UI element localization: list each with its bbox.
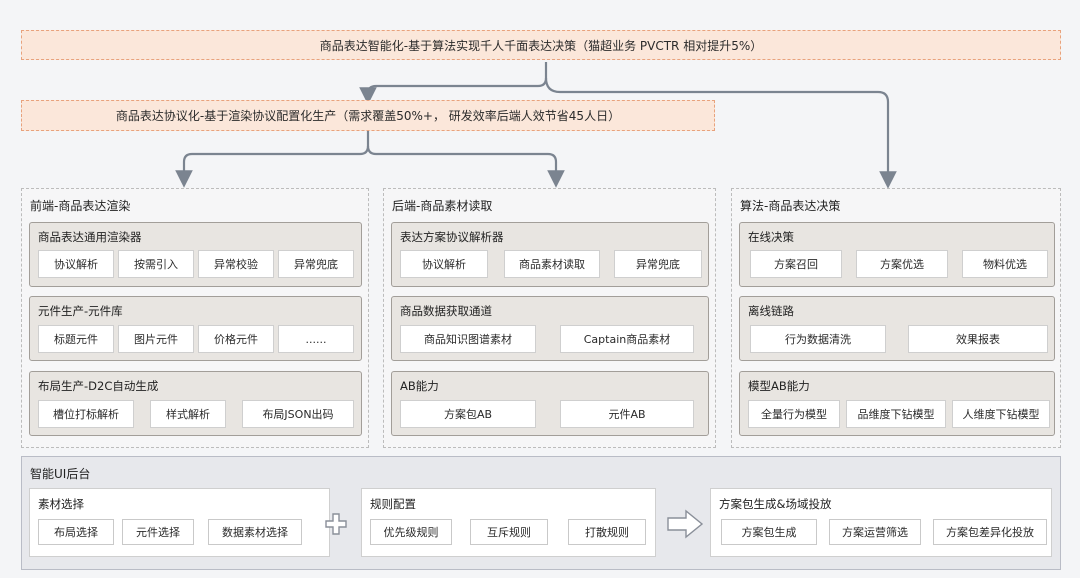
group-model-ab: 模型AB能力 全量行为模型 品维度下钻模型 人维度下钻模型: [739, 371, 1055, 436]
chip-style-parse: 样式解析: [150, 400, 226, 428]
connector-second-to-back: [366, 145, 565, 188]
chip-on-demand: 按需引入: [118, 250, 194, 278]
group-title: 布局生产-D2C自动生成: [38, 379, 159, 393]
plus-icon: [324, 512, 348, 536]
connector-top-to-second: [359, 62, 548, 105]
chip-protocol-parse: 协议解析: [400, 250, 488, 278]
chip-priority-rule: 优先级规则: [370, 519, 452, 545]
group-layout-d2c: 布局生产-D2C自动生成 槽位打标解析 样式解析 布局JSON出码: [29, 371, 362, 436]
chip-protocol-parse: 协议解析: [38, 250, 114, 278]
group-title: 元件生产-元件库: [38, 304, 123, 318]
chip-effect-report: 效果报表: [908, 325, 1048, 353]
chip-title-component: 标题元件: [38, 325, 114, 353]
column-frontend: 前端-商品表达渲染 商品表达通用渲染器 协议解析 按需引入 异常校验 异常兜底 …: [21, 188, 369, 448]
group-component-library: 元件生产-元件库 标题元件 图片元件 价格元件 ......: [29, 296, 362, 361]
group-material-select: 素材选择 布局选择 元件选择 数据素材选择: [29, 488, 330, 557]
group-title: 离线链路: [748, 304, 794, 318]
chip-operation-filter: 方案运营筛选: [829, 519, 921, 545]
chip-scatter-rule: 打散规则: [568, 519, 646, 545]
chip-item-drilldown-model: 品维度下钻模型: [846, 400, 946, 428]
group-title: 在线决策: [748, 230, 794, 244]
column-title: 前端-商品表达渲染: [30, 199, 131, 213]
column-backend: 后端-商品素材读取 表达方案协议解析器 协议解析 商品素材读取 异常兜底 商品数…: [383, 188, 716, 448]
group-title: 方案包生成&场域投放: [719, 497, 832, 511]
smart-ui-backend-panel: 智能UI后台 素材选择 布局选择 元件选择 数据素材选择 规则配置 优先级规则 …: [21, 456, 1061, 570]
second-banner-text: 商品表达协议化-基于渲染协议配置化生产（需求覆盖50%+， 研发效率后端人效节省…: [115, 109, 621, 123]
chip-package-ab: 方案包AB: [400, 400, 536, 428]
top-banner-text: 商品表达智能化-基于算法实现千人千面表达决策（猫超业务 PVCTR 相对提升5%…: [319, 38, 763, 53]
chip-package-generate: 方案包生成: [721, 519, 817, 545]
group-title: 素材选择: [38, 497, 84, 511]
chip-exception-fallback: 异常兜底: [614, 250, 702, 278]
group-package-delivery: 方案包生成&场域投放 方案包生成 方案运营筛选 方案包差异化投放: [710, 488, 1052, 557]
chip-material-read: 商品素材读取: [504, 250, 600, 278]
group-title: 商品数据获取通道: [400, 304, 492, 318]
column-title: 算法-商品表达决策: [740, 199, 841, 213]
chip-layout-select: 布局选择: [38, 519, 114, 545]
chip-full-behavior-model: 全量行为模型: [748, 400, 840, 428]
top-banner: 商品表达智能化-基于算法实现千人千面表达决策（猫超业务 PVCTR 相对提升5%…: [21, 30, 1061, 60]
chip-plan-optimize: 方案优选: [856, 250, 948, 278]
chip-data-material-select: 数据素材选择: [208, 519, 302, 545]
column-algorithm: 算法-商品表达决策 在线决策 方案召回 方案优选 物料优选 离线链路 行为数据清…: [731, 188, 1061, 448]
chip-exception-fallback: 异常兜底: [278, 250, 354, 278]
chip-slot-parse: 槽位打标解析: [38, 400, 134, 428]
group-rule-config: 规则配置 优先级规则 互斥规则 打散规则: [361, 488, 656, 557]
group-title: 模型AB能力: [748, 379, 810, 393]
group-title: 表达方案协议解析器: [400, 230, 504, 244]
group-title: AB能力: [400, 379, 439, 393]
group-renderer: 商品表达通用渲染器 协议解析 按需引入 异常校验 异常兜底: [29, 222, 362, 287]
group-title: 商品表达通用渲染器: [38, 230, 142, 244]
group-offline-pipeline: 离线链路 行为数据清洗 效果报表: [739, 296, 1055, 361]
chip-exclusive-rule: 互斥规则: [470, 519, 548, 545]
group-data-channel: 商品数据获取通道 商品知识图谱素材 Captain商品素材: [391, 296, 709, 361]
group-title: 规则配置: [370, 497, 416, 511]
chip-knowledge-graph: 商品知识图谱素材: [400, 325, 536, 353]
group-online-decision: 在线决策 方案召回 方案优选 物料优选: [739, 222, 1055, 287]
group-protocol-parser: 表达方案协议解析器 协议解析 商品素材读取 异常兜底: [391, 222, 709, 287]
chip-more: ......: [278, 325, 354, 353]
chip-data-cleaning: 行为数据清洗: [750, 325, 886, 353]
chip-differentiated-delivery: 方案包差异化投放: [933, 519, 1047, 545]
chip-price-component: 价格元件: [198, 325, 274, 353]
chip-plan-recall: 方案召回: [750, 250, 842, 278]
second-banner: 商品表达协议化-基于渲染协议配置化生产（需求覆盖50%+， 研发效率后端人效节省…: [21, 100, 715, 131]
chip-user-drilldown-model: 人维度下钻模型: [952, 400, 1050, 428]
chip-image-component: 图片元件: [118, 325, 194, 353]
chip-component-ab: 元件AB: [560, 400, 694, 428]
column-title: 后端-商品素材读取: [392, 199, 493, 213]
chip-layout-json: 布局JSON出码: [242, 400, 354, 428]
panel-title: 智能UI后台: [30, 467, 91, 481]
connector-second-to-front: [175, 131, 370, 188]
group-ab: AB能力 方案包AB 元件AB: [391, 371, 709, 436]
chip-component-select: 元件选择: [122, 519, 194, 545]
arrow-right-icon: [666, 509, 704, 539]
chip-exception-check: 异常校验: [198, 250, 274, 278]
chip-captain-material: Captain商品素材: [560, 325, 694, 353]
chip-material-optimize: 物料优选: [962, 250, 1048, 278]
